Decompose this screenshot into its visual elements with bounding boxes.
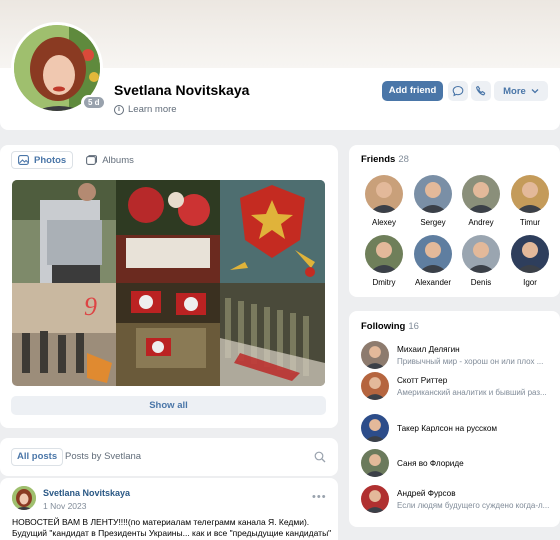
learn-more-label: Learn more [128, 104, 177, 115]
post-date[interactable]: 1 Nov 2023 [43, 501, 86, 511]
photo-grid: 9 [12, 180, 325, 386]
following-text: Михаил Делягин Привычный мир - хорош он и… [397, 345, 543, 366]
add-friend-button[interactable]: Add friend [382, 81, 443, 101]
friend-item[interactable]: Igor [506, 235, 554, 287]
friend-name[interactable]: Alexander [409, 278, 457, 287]
post-text-line: НОВОСТЕЙ ВАМ В ЛЕНТУ!!!!(по материалам т… [12, 517, 310, 527]
following-text: Скотт Риттер Американский аналитик и бывш… [397, 376, 547, 397]
photo-thumbnail[interactable] [116, 283, 220, 386]
more-button[interactable]: More [494, 81, 548, 101]
following-avatar[interactable] [361, 414, 389, 442]
profile-name: Svetlana Novitskaya [114, 82, 250, 98]
friend-avatar[interactable] [511, 175, 549, 213]
following-avatar[interactable] [361, 372, 389, 400]
friend-item[interactable]: Timur [506, 175, 554, 227]
following-title[interactable]: Following 16 [361, 321, 419, 332]
tab-albums-label: Albums [102, 154, 134, 166]
search-posts-button[interactable] [314, 451, 326, 466]
svg-text:9: 9 [84, 292, 97, 321]
post-text-line: Будущий "кандидат в Президенты Украины..… [12, 528, 332, 538]
photo-thumbnail[interactable] [220, 283, 325, 386]
friend-name[interactable]: Dmitry [360, 278, 408, 287]
following-title-label: Following [361, 321, 406, 332]
following-avatar[interactable] [361, 485, 389, 513]
tab-all-posts[interactable]: All posts [11, 448, 64, 466]
friend-avatar[interactable] [462, 175, 500, 213]
search-icon [314, 451, 326, 463]
friend-item[interactable]: Alexander [409, 235, 457, 287]
friend-avatar[interactable] [462, 235, 500, 273]
show-all-photos-button[interactable]: Show all [11, 396, 326, 415]
post-author-avatar[interactable] [12, 486, 36, 510]
following-description: Если людям будущего суждено когда-л... [397, 500, 550, 510]
following-text: Андрей Фурсов Если людям будущего суждено… [397, 489, 549, 510]
post-more-icon[interactable]: ••• [312, 491, 327, 503]
friend-item[interactable]: Dmitry [360, 235, 408, 287]
friend-avatar[interactable] [414, 175, 452, 213]
photo-tabs: Photos Albums [11, 151, 140, 169]
tab-albums[interactable]: Albums [80, 151, 140, 169]
photo-thumbnail[interactable] [12, 180, 116, 283]
friend-name[interactable]: Timur [506, 218, 554, 227]
following-name[interactable]: Саня во Флориде [397, 459, 464, 468]
friend-avatar[interactable] [365, 175, 403, 213]
tab-posts-by-svetlana[interactable]: Posts by Svetlana [65, 451, 141, 462]
following-avatar[interactable] [361, 449, 389, 477]
post-author-name[interactable]: Svetlana Novitskaya [43, 488, 130, 498]
info-icon: i [114, 104, 124, 115]
following-item[interactable]: Михаил Делягин Привычный мир - хорош он и… [361, 341, 543, 369]
following-name[interactable]: Андрей Фурсов [397, 489, 549, 498]
photo-thumbnail[interactable] [116, 180, 220, 283]
following-item[interactable]: Скотт Риттер Американский аналитик и бывш… [361, 372, 547, 400]
following-count: 16 [408, 321, 419, 332]
friend-avatar[interactable] [365, 235, 403, 273]
friend-name[interactable]: Andrey [457, 218, 505, 227]
chevron-down-icon [531, 89, 539, 94]
following-item[interactable]: Саня во Флориде [361, 449, 464, 477]
friend-avatar[interactable] [414, 235, 452, 273]
tab-photos[interactable]: Photos [11, 151, 74, 169]
photo-icon [18, 155, 29, 165]
friend-name[interactable]: Igor [506, 278, 554, 287]
following-text: Такер Карлсон на русском [397, 424, 497, 433]
friend-item[interactable]: Sergey [409, 175, 457, 227]
friend-name[interactable]: Sergey [409, 218, 457, 227]
tab-photos-label: Photos [34, 154, 67, 166]
friend-item[interactable]: Denis [457, 235, 505, 287]
following-description: Американский аналитик и бывший раз... [397, 387, 547, 397]
phone-icon [476, 85, 486, 96]
friends-count: 28 [398, 154, 409, 165]
friend-name[interactable]: Alexey [360, 218, 408, 227]
album-icon [86, 155, 98, 165]
following-description: Привычный мир - хорош он или плох ... [397, 356, 544, 366]
friend-avatar[interactable] [511, 235, 549, 273]
learn-more-link[interactable]: i Learn more [114, 104, 177, 115]
friend-item[interactable]: Alexey [360, 175, 408, 227]
friends-title[interactable]: Friends 28 [361, 154, 409, 165]
following-name[interactable]: Михаил Делягин [397, 345, 543, 354]
following-name[interactable]: Скотт Риттер [397, 376, 547, 385]
following-item[interactable]: Такер Карлсон на русском [361, 414, 497, 442]
friend-item[interactable]: Andrey [457, 175, 505, 227]
following-avatar[interactable] [361, 341, 389, 369]
call-button[interactable] [471, 81, 491, 101]
photo-thumbnail[interactable]: 9 [12, 283, 116, 386]
following-name[interactable]: Такер Карлсон на русском [397, 424, 497, 433]
friends-title-label: Friends [361, 154, 396, 165]
friend-name[interactable]: Denis [457, 278, 505, 287]
more-label: More [503, 85, 526, 97]
following-text: Саня во Флориде [397, 459, 464, 468]
last-seen-badge: 5 d [81, 95, 107, 110]
photo-thumbnail[interactable] [220, 180, 325, 283]
message-icon [452, 85, 464, 97]
message-button[interactable] [448, 81, 468, 101]
following-item[interactable]: Андрей Фурсов Если людям будущего суждено… [361, 485, 549, 513]
